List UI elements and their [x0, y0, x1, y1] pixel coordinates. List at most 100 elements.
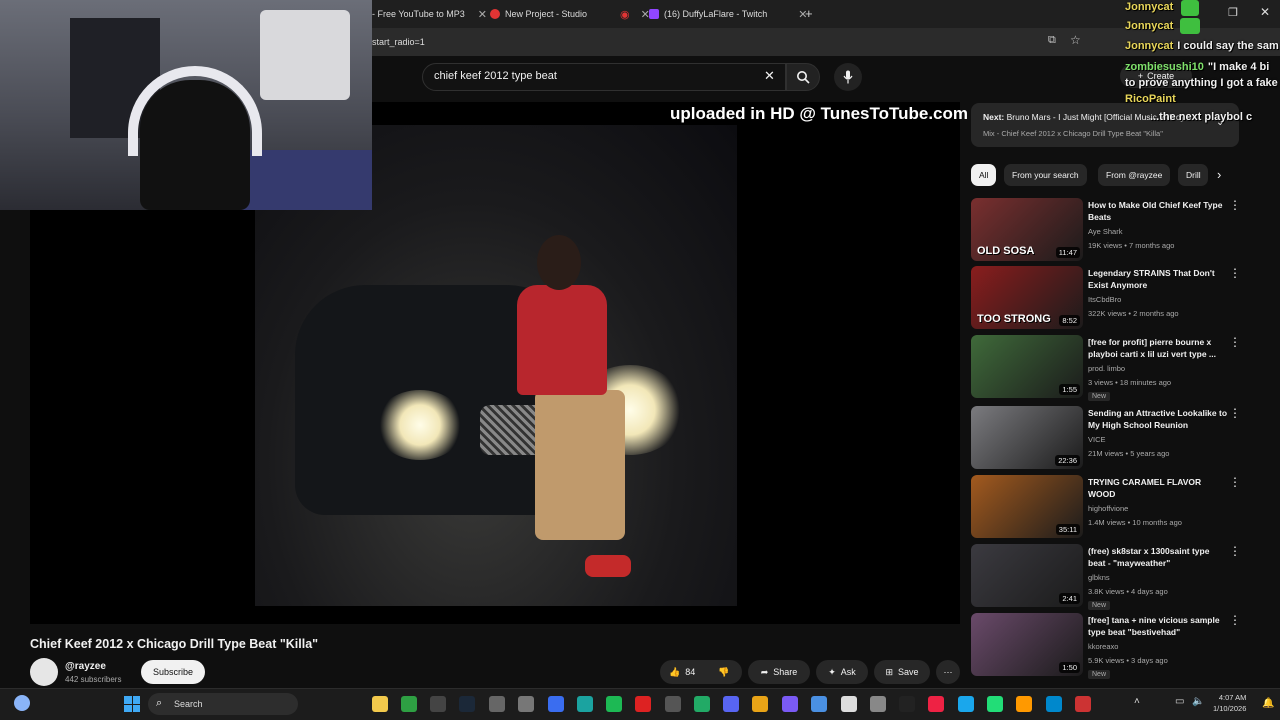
rec-duration: 2:41: [1059, 593, 1080, 604]
like-button[interactable]: 👍 84: [669, 667, 695, 678]
rec-title[interactable]: (free) sk8star x 1300saint type beat - "…: [1088, 545, 1228, 569]
save-button[interactable]: ⊞ Save: [874, 660, 930, 684]
chat-message: to prove anything I got a fake: [1125, 77, 1278, 89]
edge-icon[interactable]: [577, 696, 593, 712]
settings-icon[interactable]: [518, 696, 534, 712]
app-icon[interactable]: [811, 696, 827, 712]
rec-thumbnail[interactable]: 1:50: [971, 613, 1083, 676]
channel-avatar[interactable]: [30, 658, 58, 686]
app-icon[interactable]: [1046, 696, 1062, 712]
spotify-icon[interactable]: [606, 696, 622, 712]
chevron-up-icon[interactable]: ˄: [1134, 696, 1140, 707]
rec-thumbnail[interactable]: 1:55: [971, 335, 1083, 398]
rec-thumbnail[interactable]: OLD SOSA 11:47: [971, 198, 1083, 261]
explorer-icon[interactable]: [372, 696, 388, 712]
rec-channel[interactable]: highoffvione: [1088, 504, 1128, 513]
rec-meta: 1.4M views • 10 months ago: [1088, 518, 1182, 527]
rec-channel[interactable]: kkoreaxo: [1088, 642, 1118, 651]
app-icon[interactable]: [1016, 696, 1032, 712]
rec-channel[interactable]: prod. limbo: [1088, 364, 1125, 373]
app-icon[interactable]: [841, 696, 857, 712]
rec-title[interactable]: How to Make Old Chief Keef Type Beats: [1088, 199, 1228, 223]
rec-channel[interactable]: Aye Shark: [1088, 227, 1122, 236]
subscribe-button[interactable]: Subscribe: [141, 660, 205, 684]
rec-title[interactable]: [free] tana + nine vicious sample type b…: [1088, 614, 1228, 638]
rec-more-menu-icon[interactable]: ⋮: [1229, 406, 1241, 420]
chip-all[interactable]: All: [971, 164, 997, 186]
rec-title[interactable]: Sending an Attractive Lookalike to My Hi…: [1088, 407, 1228, 431]
rec-channel[interactable]: glbkns: [1088, 573, 1110, 582]
rec-more-menu-icon[interactable]: ⋮: [1229, 198, 1241, 212]
next-prefix: Next:: [983, 112, 1005, 122]
clock[interactable]: 4:07 AM 1/10/2026: [1213, 692, 1246, 714]
voice-search-button[interactable]: [834, 63, 862, 91]
opera-icon[interactable]: [635, 696, 651, 712]
ask-button[interactable]: ✦ Ask: [816, 660, 868, 684]
install-app-icon[interactable]: ⧉: [1048, 34, 1056, 47]
rec-thumbnail[interactable]: 35:11: [971, 475, 1083, 538]
xbox-icon[interactable]: [401, 696, 417, 712]
rec-more-menu-icon[interactable]: ⋮: [1229, 475, 1241, 489]
rec-meta: 3 views • 18 minutes ago: [1088, 378, 1172, 387]
rec-thumbnail[interactable]: 2:41: [971, 544, 1083, 607]
app-icon[interactable]: [1075, 696, 1091, 712]
app-icon[interactable]: [782, 696, 798, 712]
tab-youtube-mp3[interactable]: - Free YouTube to MP3 ✕: [372, 4, 487, 24]
person-head: [537, 235, 581, 290]
notification-bell-icon[interactable]: 🔔: [1262, 698, 1274, 709]
url-text[interactable]: start_radio=1: [372, 37, 425, 47]
network-icon[interactable]: ▭: [1175, 696, 1184, 707]
ask-label: Ask: [840, 667, 856, 677]
new-tab-icon[interactable]: +: [805, 6, 813, 21]
channel-name[interactable]: @rayzee: [65, 661, 106, 672]
rec-thumbnail[interactable]: TOO STRONG 8:52: [971, 266, 1083, 329]
app-icon[interactable]: [694, 696, 710, 712]
maximize-icon[interactable]: ❐: [1228, 6, 1238, 19]
next-up-panel[interactable]: [971, 103, 1239, 147]
rec-more-menu-icon[interactable]: ⋮: [1229, 544, 1241, 558]
taskbar-search-box[interactable]: Search: [148, 693, 298, 715]
chrome-icon[interactable]: [752, 696, 768, 712]
dislike-button[interactable]: 👎: [718, 667, 729, 678]
rec-thumbnail-caption: OLD SOSA: [977, 245, 1035, 257]
app-icon[interactable]: [665, 696, 681, 712]
app-icon[interactable]: [548, 696, 564, 712]
chip-drill[interactable]: Drill: [1178, 164, 1208, 186]
clear-search-icon[interactable]: ✕: [764, 68, 775, 84]
app-icon[interactable]: [870, 696, 886, 712]
close-window-icon[interactable]: ✕: [1260, 5, 1270, 19]
tiktok-icon[interactable]: [899, 696, 915, 712]
rec-more-menu-icon[interactable]: ⋮: [1229, 613, 1241, 627]
more-actions-button[interactable]: ⋯: [936, 660, 960, 684]
search-button[interactable]: [786, 63, 820, 91]
rec-more-menu-icon[interactable]: ⋮: [1229, 335, 1241, 349]
app-icon[interactable]: [987, 696, 1003, 712]
windows-start-icon[interactable]: [124, 696, 140, 712]
rec-thumbnail[interactable]: 22:36: [971, 406, 1083, 469]
rec-title[interactable]: [free for profit] pierre bourne x playbo…: [1088, 336, 1228, 360]
tab-studio[interactable]: New Project - Studio ◉ ✕: [490, 4, 650, 24]
chip-from-your-search[interactable]: From your search: [1004, 164, 1087, 186]
emote-icon: [1180, 18, 1200, 34]
rec-title[interactable]: TRYING CARAMEL FLAVOR WOOD: [1088, 476, 1228, 500]
bookmark-star-icon[interactable]: ☆: [1070, 33, 1081, 47]
chip-from-rayzee[interactable]: From @rayzee: [1098, 164, 1171, 186]
steam-icon[interactable]: [459, 696, 475, 712]
search-query-text[interactable]: chief keef 2012 type beat: [434, 70, 557, 82]
app-icon[interactable]: [958, 696, 974, 712]
volume-icon[interactable]: 🔈: [1192, 696, 1204, 707]
widgets-icon[interactable]: [14, 695, 30, 711]
rec-meta: 21M views • 5 years ago: [1088, 449, 1170, 458]
rec-title[interactable]: Legendary STRAINS That Don't Exist Anymo…: [1088, 267, 1228, 291]
discord-icon[interactable]: [723, 696, 739, 712]
close-tab-icon[interactable]: ✕: [478, 8, 487, 21]
rec-more-menu-icon[interactable]: ⋮: [1229, 266, 1241, 280]
rec-channel[interactable]: ItsCbdBro: [1088, 295, 1121, 304]
tab-twitch[interactable]: (16) DuffyLaFlare - Twitch ✕: [649, 4, 807, 24]
github-icon[interactable]: [489, 696, 505, 712]
rec-channel[interactable]: VICE: [1088, 435, 1106, 444]
chevron-right-icon[interactable]: ›: [1217, 167, 1221, 182]
share-button[interactable]: ➦ Share: [748, 660, 810, 684]
epic-icon[interactable]: [430, 696, 446, 712]
app-icon[interactable]: [928, 696, 944, 712]
